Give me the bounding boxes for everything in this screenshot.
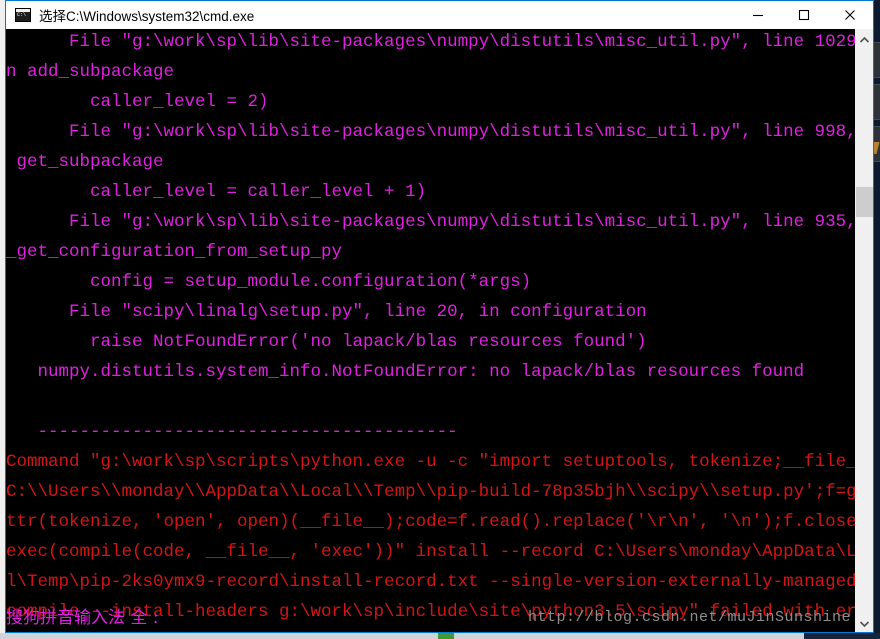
terminal-line: File "g:\work\sp\lib\site-packages\numpy… — [6, 32, 855, 52]
terminal-line: numpy.distutils.system_info.NotFoundErro… — [6, 362, 805, 382]
terminal-line: File "g:\work\sp\lib\site-packages\numpy… — [6, 212, 855, 232]
close-button[interactable] — [827, 1, 873, 29]
terminal-line: raise NotFoundError('no lapack/blas reso… — [6, 332, 647, 352]
terminal-line: caller_level = caller_level + 1) — [6, 182, 427, 202]
terminal-line: n add_subpackage — [6, 62, 175, 82]
terminal-line: caller_level = 2) — [6, 92, 269, 112]
taskbar-segment-accent — [438, 633, 454, 639]
terminal-lines: File "g:\work\sp\lib\site-packages\numpy… — [6, 29, 855, 632]
cmd-console-icon — [15, 8, 31, 22]
terminal-line: _get_configuration_from_setup_py — [6, 242, 343, 262]
terminal-line: ---------------------------------------- — [6, 422, 458, 442]
terminal-line: File "g:\work\sp\lib\site-packages\numpy… — [6, 122, 855, 142]
scroll-up-arrow-icon[interactable] — [856, 31, 873, 48]
terminal-area: File "g:\work\sp\lib\site-packages\numpy… — [6, 29, 873, 632]
window-title: 选择C:\Windows\system32\cmd.exe — [39, 9, 255, 24]
taskbar-segment — [454, 633, 804, 639]
terminal-line: exec(compile(code, __file__, 'exec'))" i… — [6, 542, 855, 562]
terminal-line: l\Temp\pip-2ks0ymx9-record\install-recor… — [6, 572, 855, 592]
screen: H 档 T 选择C:\Windows\system32\cmd.exe — [0, 0, 880, 639]
terminal-line: config = setup_module.configuration(*arg… — [6, 272, 532, 292]
taskbar-segment — [0, 633, 438, 639]
terminal-line: ttr(tokenize, 'open', open)(__file__);co… — [6, 512, 855, 532]
title-bar[interactable]: 选择C:\Windows\system32\cmd.exe — [6, 1, 873, 29]
terminal-line: get_subpackage — [6, 152, 164, 172]
minimize-button[interactable] — [735, 1, 781, 29]
cmd-window: 选择C:\Windows\system32\cmd.exe — [5, 0, 874, 633]
taskbar[interactable] — [0, 633, 880, 639]
scroll-thumb[interactable] — [856, 187, 873, 217]
terminal-line: File "scipy\linalg\setup.py", line 20, i… — [6, 302, 647, 322]
taskbar-segment-dark — [804, 633, 880, 639]
ime-status-line: 搜狗拼音输入法 全 : — [6, 608, 159, 628]
terminal-output[interactable]: File "g:\work\sp\lib\site-packages\numpy… — [6, 29, 855, 632]
terminal-line: C:\\Users\\monday\\AppData\\Local\\Temp\… — [6, 482, 855, 502]
window-controls — [735, 1, 873, 29]
terminal-scrollbar[interactable] — [855, 29, 873, 632]
maximize-button[interactable] — [781, 1, 827, 29]
scroll-down-arrow-icon[interactable] — [856, 615, 873, 632]
terminal-line: Command "g:\work\sp\scripts\python.exe -… — [6, 452, 855, 472]
